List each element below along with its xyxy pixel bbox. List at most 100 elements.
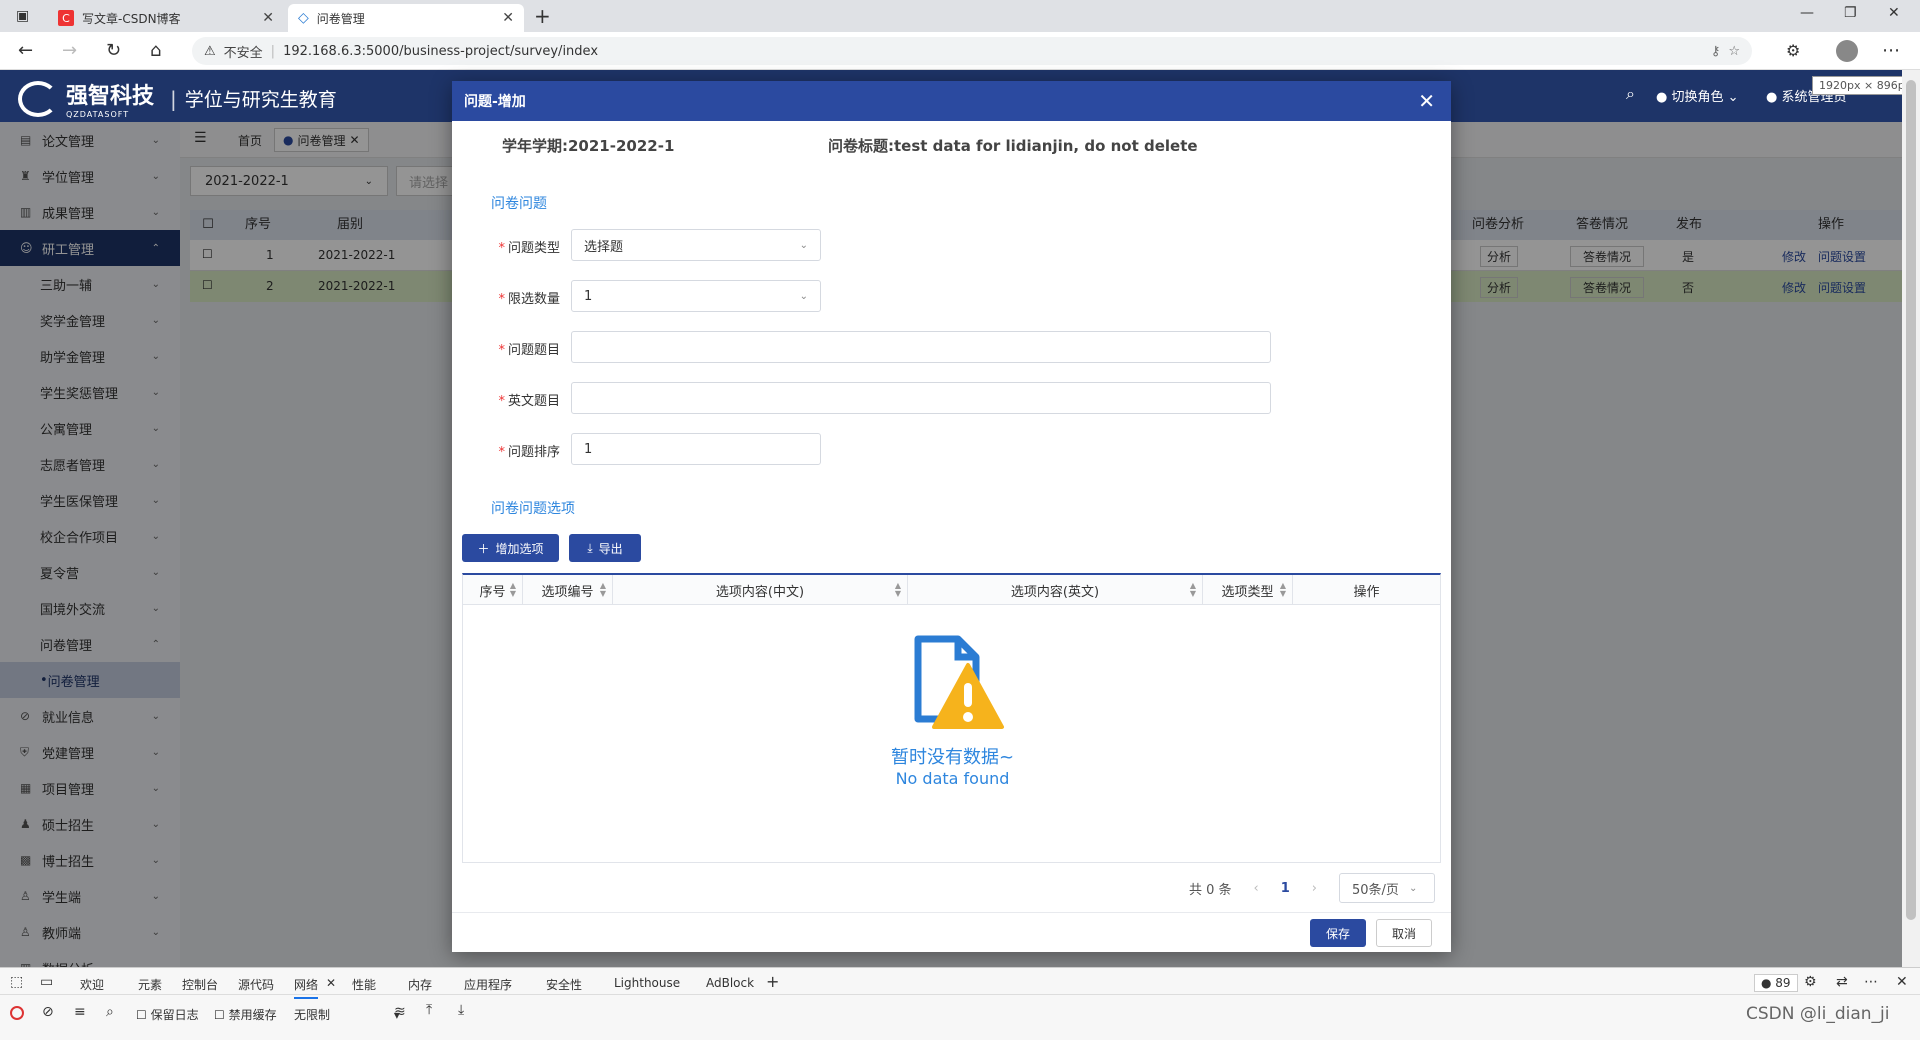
issues-badge[interactable]: ● 89 bbox=[1754, 974, 1798, 992]
question-order-input[interactable]: 1 bbox=[571, 433, 821, 465]
close-icon[interactable]: ✕ bbox=[262, 10, 274, 26]
devtools-tab[interactable]: 控制台 bbox=[182, 976, 218, 993]
restore-icon[interactable]: ❐ bbox=[1844, 5, 1857, 21]
tab-title: 问卷管理 bbox=[316, 11, 365, 26]
col-option-actions: 操作 bbox=[1353, 584, 1380, 600]
new-tab-icon[interactable]: + bbox=[534, 4, 551, 28]
tab-title: 写文章-CSDN博客 bbox=[82, 11, 181, 26]
device-icon[interactable]: ▭ bbox=[40, 974, 53, 990]
add-option-label: 增加选项 bbox=[495, 541, 544, 556]
favorite-icon[interactable]: ☆ bbox=[1728, 44, 1740, 59]
reload-icon[interactable]: ↻ bbox=[106, 41, 121, 61]
question-type-value: 选择题 bbox=[584, 239, 624, 255]
limit-count-value: 1 bbox=[584, 288, 593, 304]
profile-avatar[interactable] bbox=[1836, 40, 1858, 62]
export-label: 导出 bbox=[598, 541, 623, 556]
home-icon[interactable]: ⌂ bbox=[150, 41, 161, 61]
forward-icon[interactable]: → bbox=[62, 41, 77, 61]
more-icon[interactable]: ⋯ bbox=[1864, 974, 1878, 990]
add-option-button[interactable]: ＋ 增加选项 bbox=[462, 534, 559, 562]
close-icon[interactable]: ✕ bbox=[502, 10, 514, 26]
devtools-tab[interactable]: 网络 bbox=[294, 976, 319, 999]
gear-icon[interactable]: ⚙ bbox=[1804, 974, 1817, 990]
inspect-icon[interactable]: ⬚ bbox=[10, 974, 23, 990]
clear-icon[interactable]: ⊘ bbox=[42, 1004, 54, 1020]
devtools-tab[interactable]: AdBlock bbox=[706, 976, 754, 990]
close-window-icon[interactable]: ✕ bbox=[1888, 5, 1900, 21]
download-icon: ⤓ bbox=[587, 540, 593, 555]
devtools-tab[interactable]: 安全性 bbox=[546, 976, 582, 993]
chevron-down-icon: ⌄ bbox=[799, 290, 808, 302]
switch-role-label: 切换角色 bbox=[1671, 90, 1724, 105]
export-button[interactable]: ⤓ 导出 bbox=[569, 534, 641, 562]
question-input[interactable] bbox=[571, 331, 1271, 363]
close-icon[interactable]: ✕ bbox=[1418, 89, 1435, 113]
minimize-icon[interactable]: — bbox=[1800, 5, 1814, 21]
search-icon[interactable]: ⌕ bbox=[106, 1004, 114, 1020]
next-page-icon[interactable]: › bbox=[1312, 881, 1317, 896]
upload-icon[interactable]: ⤒ bbox=[426, 1002, 432, 1018]
col-option-cn[interactable]: 选项内容(中文) ▲ ▼ bbox=[613, 575, 908, 605]
survey-label: 问卷标题: bbox=[828, 137, 894, 155]
devtools-tab[interactable]: 应用程序 bbox=[464, 976, 512, 993]
wifi-icon[interactable]: ≋ bbox=[394, 1004, 406, 1020]
term-label: 学年学期: bbox=[502, 137, 568, 155]
devtools-tab[interactable]: 元素 bbox=[138, 976, 162, 993]
english-label: * 英文题目 bbox=[498, 394, 560, 409]
system-title: 学位与研究生教育 bbox=[184, 89, 337, 111]
cancel-button[interactable]: 取消 bbox=[1376, 919, 1432, 947]
user-icon: ● bbox=[1656, 90, 1668, 105]
search-icon[interactable]: ⌕ bbox=[1626, 84, 1635, 104]
url-field[interactable]: ⚠ 不安全 | 192.168.6.3:5000/business-projec… bbox=[192, 37, 1752, 65]
devtools-tab[interactable]: Lighthouse bbox=[614, 976, 680, 990]
page-scrollbar[interactable] bbox=[1902, 70, 1920, 967]
extensions-icon[interactable]: ⚙ bbox=[1786, 41, 1800, 61]
close-icon[interactable]: ✕ bbox=[1896, 974, 1908, 990]
preserve-log-checkbox[interactable]: ☐ 保留日志 bbox=[136, 1006, 199, 1023]
survey-info: 问卷标题:test data for lidianjin, do not del… bbox=[828, 135, 1198, 156]
filter-icon[interactable]: ≡ bbox=[74, 1004, 86, 1020]
download-icon[interactable]: ⤓ bbox=[458, 1002, 464, 1018]
page-number[interactable]: 1 bbox=[1281, 881, 1290, 896]
more-icon[interactable]: ⋯ bbox=[1882, 41, 1900, 61]
english-question-input[interactable] bbox=[571, 382, 1271, 414]
key-icon[interactable]: ⚷ bbox=[1711, 44, 1721, 59]
close-icon[interactable]: ✕ bbox=[326, 976, 336, 990]
browser-tab-survey[interactable]: ◇ 问卷管理 ✕ bbox=[288, 4, 524, 32]
col-option-type[interactable]: 选项类型 ▲ ▼ bbox=[1203, 575, 1293, 605]
chevron-down-icon: ⌄ bbox=[1727, 90, 1739, 105]
record-icon[interactable] bbox=[10, 1006, 24, 1020]
col-option-no[interactable]: 序号 ▲ ▼ bbox=[463, 575, 523, 605]
devtools-tab[interactable]: 欢迎 bbox=[80, 976, 104, 993]
col-option-en[interactable]: 选项内容(英文) ▲ ▼ bbox=[908, 575, 1203, 605]
plus-icon: ＋ bbox=[477, 541, 490, 556]
prev-page-icon[interactable]: ‹ bbox=[1254, 881, 1259, 896]
csdn-icon: C bbox=[58, 10, 74, 26]
switch-role-menu[interactable]: ● 切换角色 ⌄ bbox=[1656, 86, 1739, 105]
devtools-tab[interactable]: 性能 bbox=[352, 976, 376, 993]
add-tab-icon[interactable]: + bbox=[766, 972, 779, 991]
logo-en: QZDATASOFT bbox=[66, 110, 130, 119]
chevron-down-icon: ⌄ bbox=[799, 239, 808, 251]
order-label: * 问题排序 bbox=[498, 445, 560, 460]
no-data-icon bbox=[914, 635, 1004, 729]
throttle-select[interactable]: 无限制 ▾ bbox=[294, 1006, 400, 1023]
back-icon[interactable]: ← bbox=[18, 41, 33, 61]
tab-actions-icon[interactable]: ▣ bbox=[16, 8, 29, 24]
save-button[interactable]: 保存 bbox=[1310, 919, 1366, 947]
security-label: 不安全 bbox=[223, 45, 263, 61]
question-type-select[interactable]: 选择题 ⌄ bbox=[571, 229, 821, 261]
user-icon: ● bbox=[1766, 90, 1778, 105]
total-count: 共 0 条 bbox=[1189, 882, 1232, 898]
col-option-code[interactable]: 选项编号 ▲ ▼ bbox=[523, 575, 613, 605]
devtools-tab[interactable]: 源代码 bbox=[238, 976, 274, 993]
share-icon[interactable]: ⇄ bbox=[1836, 974, 1848, 990]
page-size-select[interactable]: 50条/页 ⌄ bbox=[1339, 873, 1435, 903]
logo-mark bbox=[18, 80, 58, 117]
diamond-icon: ◇ bbox=[298, 10, 309, 26]
devtools-tab[interactable]: 内存 bbox=[408, 976, 432, 993]
disable-cache-checkbox[interactable]: ☐ 禁用缓存 bbox=[214, 1006, 277, 1023]
section-options: 问卷问题选项 bbox=[491, 501, 575, 517]
limit-count-select[interactable]: 1 ⌄ bbox=[571, 280, 821, 312]
browser-tab-csdn[interactable]: C 写文章-CSDN博客 ✕ bbox=[48, 4, 284, 32]
